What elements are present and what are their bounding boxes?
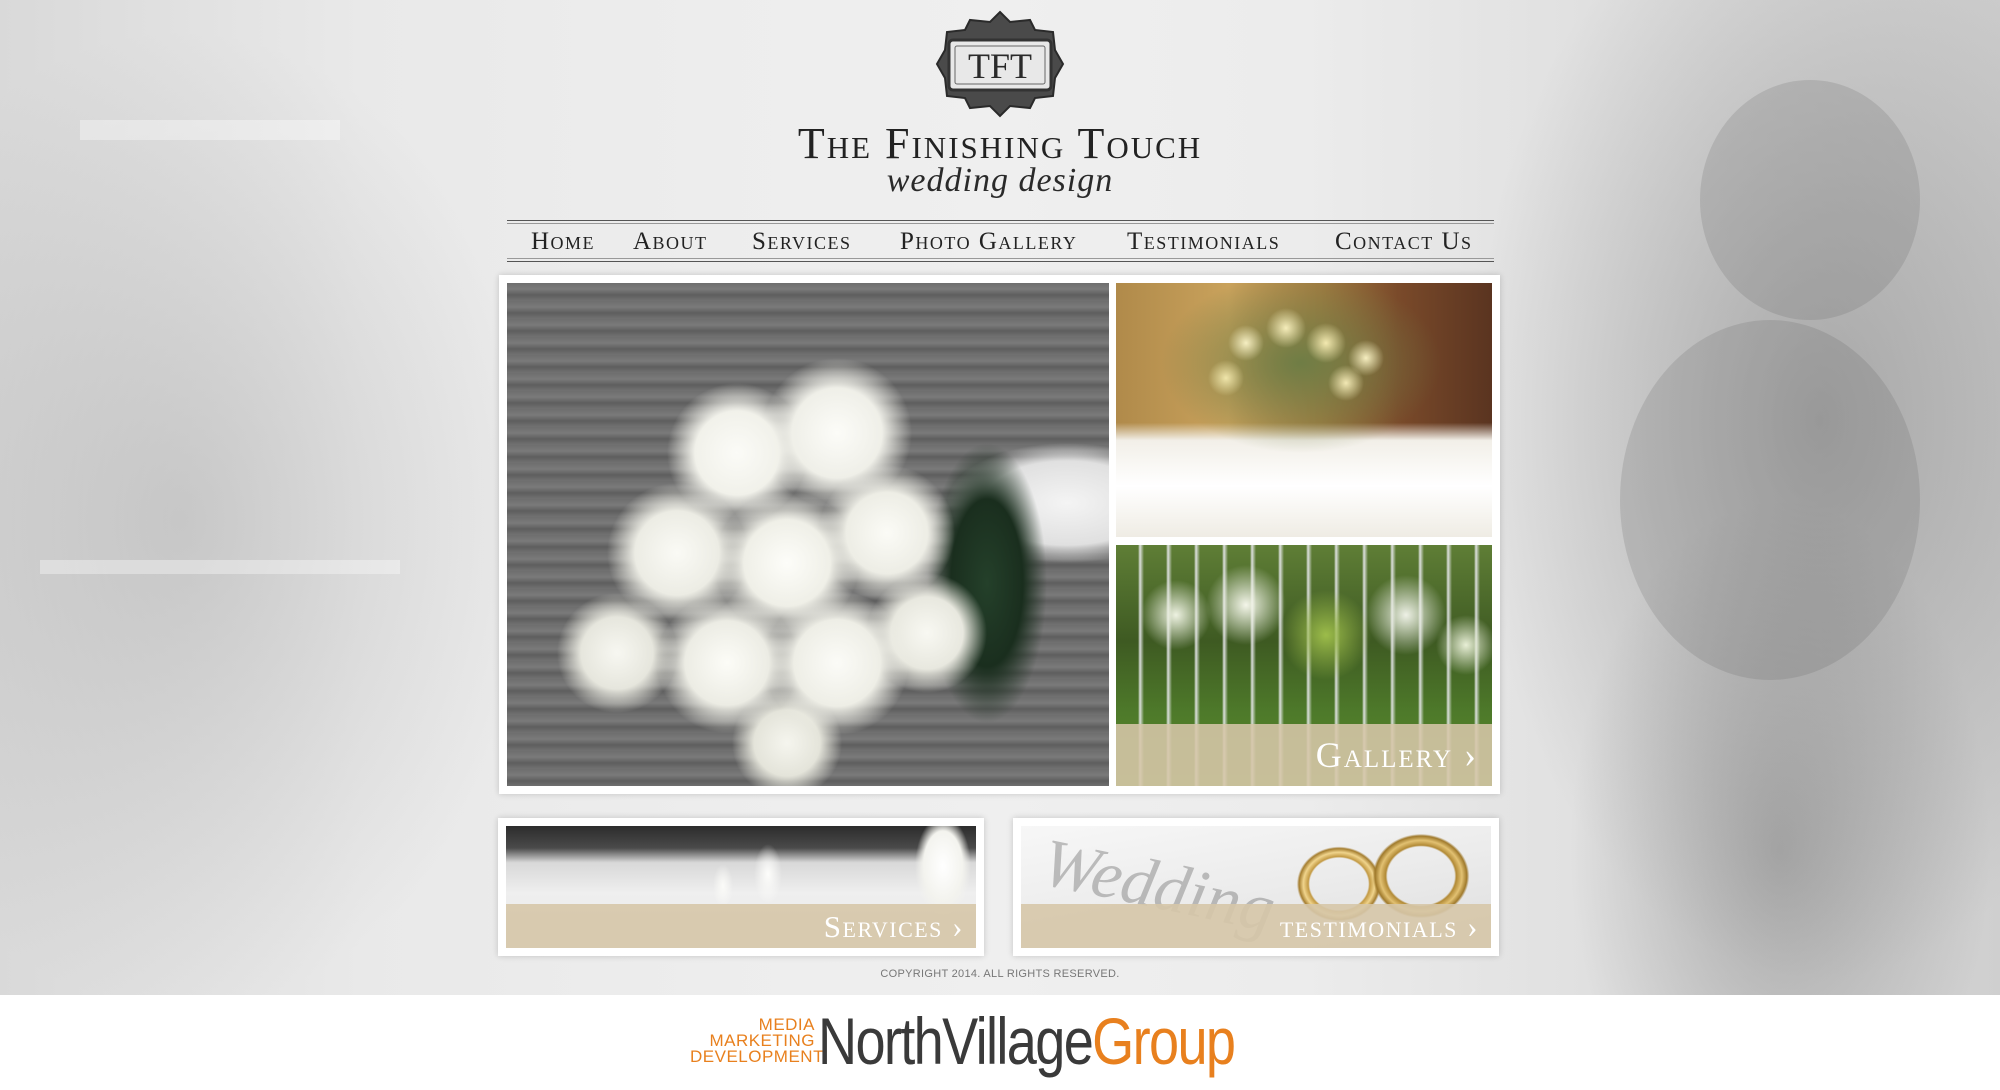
services-link[interactable]: Services › <box>824 909 964 945</box>
services-photo: Services › <box>506 826 976 948</box>
agency-name-dark: NorthVillage <box>818 1004 1094 1078</box>
gallery-link-photo[interactable]: Gallery › <box>1116 545 1492 786</box>
agency-name-orange: Group <box>1092 1004 1236 1078</box>
testimonials-link[interactable]: testimonials › <box>1280 909 1479 945</box>
nav-item-services[interactable]: Services <box>752 228 851 256</box>
background-foliage-shadow <box>1700 80 1920 320</box>
gallery-link[interactable]: Gallery › <box>1316 734 1478 776</box>
main-nav: Home About Services Photo Gallery Testim… <box>507 220 1494 262</box>
gallery-caption-bar: Gallery › <box>1116 724 1492 786</box>
nav-item-about[interactable]: About <box>633 228 708 256</box>
testimonials-photo: Wedding testimonials › <box>1021 826 1491 948</box>
background-table-edge <box>40 560 400 574</box>
nav-item-testimonials[interactable]: Testimonials <box>1127 228 1280 256</box>
bouquet-photo <box>507 283 1109 786</box>
footer: MEDIA MARKETING DEVELOPMENT NorthVillage… <box>0 995 2000 1090</box>
agency-tag-development: DEVELOPMENT <box>690 1047 824 1066</box>
testimonials-feature-tile[interactable]: Wedding testimonials › <box>1013 818 1499 956</box>
nav-item-home[interactable]: Home <box>531 228 595 256</box>
background-beam <box>80 120 340 140</box>
testimonials-caption-bar: testimonials › <box>1021 904 1491 948</box>
background-chair-shadow <box>1620 320 1920 680</box>
copyright-text: COPYRIGHT 2014. ALL RIGHTS RESERVED. <box>880 968 1120 980</box>
nav-item-contact-us[interactable]: Contact Us <box>1335 228 1473 256</box>
emblem-crest-icon: TFT <box>935 10 1065 118</box>
photo-panel: Gallery › <box>499 275 1500 794</box>
agency-tags[interactable]: MEDIA MARKETING DEVELOPMENT <box>690 1016 824 1066</box>
emblem-text: TFT <box>968 46 1032 86</box>
brand-tagline: wedding design <box>886 162 1114 199</box>
services-caption-bar: Services › <box>506 904 976 948</box>
services-feature-tile[interactable]: Services › <box>498 818 984 956</box>
nav-item-photo-gallery[interactable]: Photo Gallery <box>900 228 1077 256</box>
table-setting-photo <box>1116 283 1492 537</box>
agency-logo-link[interactable]: NorthVillageGroup <box>818 1001 1236 1081</box>
logo-emblem[interactable]: TFT <box>935 10 1065 118</box>
